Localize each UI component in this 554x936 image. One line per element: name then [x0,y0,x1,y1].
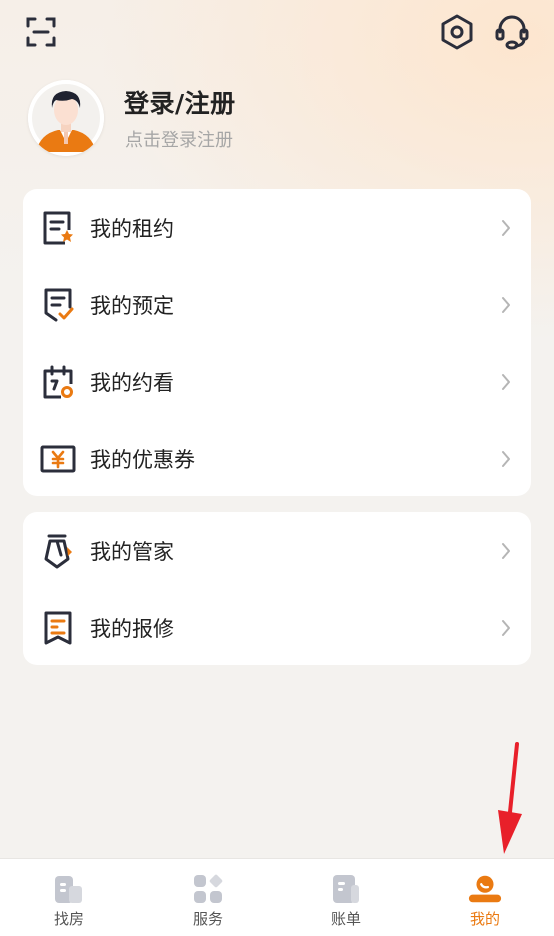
menu-item-label: 我的报修 [90,617,174,641]
menu-item-label: 我的预定 [90,294,174,318]
menu-item-label: 我的约看 [90,371,174,395]
viewing-appointment-icon [40,364,76,400]
menu-item-label: 我的优惠券 [90,448,195,472]
menu-item-label: 我的租约 [90,217,174,241]
tab-label: 服务 [192,910,223,928]
tab-find-house[interactable]: 找房 [0,859,138,936]
chevron-right-icon [499,372,513,392]
settings-icon[interactable] [437,12,477,52]
menu-item-my-coupons[interactable]: 我的优惠券 [23,421,531,497]
repair-icon [40,610,76,646]
services-icon [190,871,226,907]
avatar[interactable] [28,80,104,156]
menu-item-label: 我的管家 [90,540,174,564]
find-house-icon [51,871,87,907]
login-register-title[interactable]: 登录/注册 [124,84,236,120]
bill-icon [328,871,364,907]
menu-item-my-repair[interactable]: 我的报修 [23,590,531,666]
tab-bill[interactable]: 账单 [277,859,415,936]
bottom-tab-bar: 找房 服务 账单 我的 [0,858,554,936]
tab-label: 找房 [53,910,84,928]
menu-item-my-lease[interactable]: 我的租约 [23,190,531,266]
scan-icon[interactable] [21,12,61,52]
menu-card-secondary: 我的管家 我的报修 [23,512,531,665]
tab-mine[interactable]: 我的 [416,859,554,936]
chevron-right-icon [499,541,513,561]
reservation-icon [40,287,76,323]
menu-item-my-reservation[interactable]: 我的预定 [23,267,531,343]
lease-icon [40,210,76,246]
profile-page: 登录/注册 点击登录注册 我的租约 我的预定 我的约看 我的优惠券 我的管家 我… [0,0,554,936]
chevron-right-icon [499,218,513,238]
chevron-right-icon [499,295,513,315]
menu-card-primary: 我的租约 我的预定 我的约看 我的优惠券 [23,189,531,496]
coupon-icon [40,441,76,477]
menu-item-my-viewing[interactable]: 我的约看 [23,344,531,420]
login-register-subtitle[interactable]: 点击登录注册 [125,126,233,152]
chevron-right-icon [499,618,513,638]
butler-icon [40,533,76,569]
menu-item-my-butler[interactable]: 我的管家 [23,513,531,589]
customer-service-icon[interactable] [492,12,532,52]
tab-label: 我的 [469,910,500,928]
chevron-right-icon [499,449,513,469]
mine-icon [467,871,503,907]
annotation-arrow [480,740,530,860]
tab-services[interactable]: 服务 [139,859,277,936]
tab-label: 账单 [330,910,361,928]
